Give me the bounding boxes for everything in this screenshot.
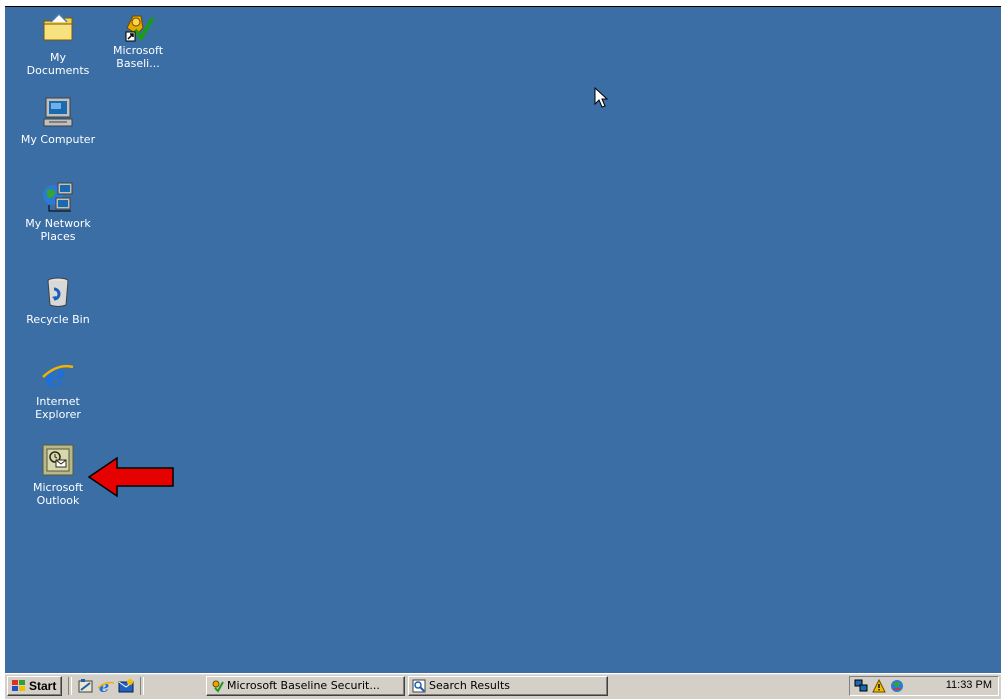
outlook-icon: [41, 443, 75, 477]
outlook-express-icon[interactable]: [118, 678, 134, 694]
folder-documents-icon: [41, 12, 75, 47]
task-button-label: Microsoft Baseline Securit...: [227, 679, 380, 692]
desktop-icon-microsoft-baseline[interactable]: Microsoft Baseli...: [98, 10, 178, 70]
start-label: Start: [29, 679, 57, 693]
taskbar-separator: [140, 677, 144, 695]
network-places-icon: [41, 179, 75, 213]
baseline-analyzer-icon: [121, 10, 155, 44]
internet-explorer-icon[interactable]: e: [98, 678, 114, 694]
network-icon[interactable]: [854, 679, 868, 693]
system-tray: 11:33 PM: [849, 676, 999, 696]
mouse-cursor-icon: [594, 87, 609, 108]
start-button[interactable]: Start: [7, 676, 62, 696]
desktop-icon-label: Microsoft Outlook: [32, 481, 84, 507]
desktop-icon-label: Recycle Bin: [26, 313, 90, 326]
windows-update-icon[interactable]: [890, 679, 904, 693]
desktop-icon-microsoft-outlook[interactable]: Microsoft Outlook: [18, 443, 98, 507]
desktop-icon-label: Internet Explorer: [35, 395, 81, 421]
annotation-arrow: [87, 456, 174, 498]
internet-explorer-icon: e: [41, 356, 75, 394]
taskbar-separator: [68, 677, 72, 695]
desktop-icon-label: My Computer: [20, 133, 96, 146]
desktop-icon-label: My Documents: [26, 51, 90, 77]
desktop-icon-internet-explorer[interactable]: e Internet Explorer: [18, 356, 98, 421]
top-border-line: [5, 6, 1001, 7]
task-button-search-results[interactable]: Search Results: [408, 676, 608, 696]
desktop-icon-my-documents[interactable]: My Documents: [18, 12, 98, 77]
alert-icon[interactable]: [872, 679, 886, 693]
show-desktop-icon[interactable]: [78, 678, 94, 694]
search-icon: [412, 679, 426, 693]
windows-logo-icon: [12, 680, 25, 691]
desktop[interactable]: My Documents Microsoft Baseli... My Comp…: [5, 7, 1001, 673]
desktop-icon-my-computer[interactable]: My Computer: [18, 95, 98, 146]
task-button-baseline-security[interactable]: Microsoft Baseline Securit...: [206, 676, 405, 696]
desktop-icon-my-network-places[interactable]: My Network Places: [18, 179, 98, 243]
desktop-icon-label: My Network Places: [25, 217, 91, 243]
taskbar: Start e Microsoft Baseline Securit... Se…: [5, 673, 1001, 699]
task-button-label: Search Results: [429, 679, 511, 692]
clock[interactable]: 11:33 PM: [946, 679, 992, 691]
desktop-icon-recycle-bin[interactable]: Recycle Bin: [18, 275, 98, 326]
desktop-icon-label: Microsoft Baseli...: [112, 44, 164, 70]
recycle-bin-icon: [41, 275, 75, 309]
baseline-analyzer-icon: [212, 680, 224, 693]
computer-icon: [41, 95, 75, 129]
